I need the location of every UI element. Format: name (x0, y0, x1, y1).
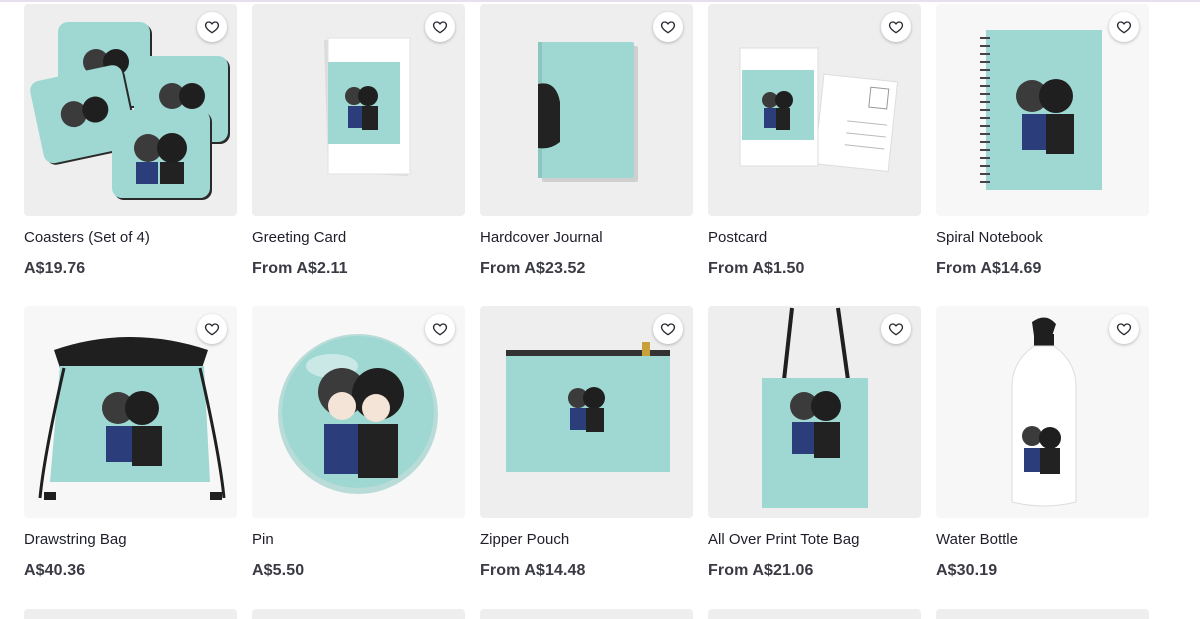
product-title[interactable]: Greeting Card (252, 228, 465, 248)
product-title[interactable]: Water Bottle (936, 530, 1149, 550)
product-card-spiral-notebook[interactable]: Spiral Notebook From A$14.69 (936, 4, 1149, 306)
product-title[interactable]: Spiral Notebook (936, 228, 1149, 248)
product-image-postcard[interactable] (708, 4, 921, 216)
product-title[interactable]: Pin (252, 530, 465, 550)
heart-outline-icon (1116, 21, 1132, 34)
heart-outline-icon (888, 21, 904, 34)
product-grid: Coasters (Set of 4) A$19.76 Greeting Car… (24, 4, 1149, 608)
product-card-tote-bag[interactable]: All Over Print Tote Bag From A$21.06 (708, 306, 921, 608)
product-image-partial[interactable] (480, 609, 693, 619)
product-card-greeting-card[interactable]: Greeting Card From A$2.11 (252, 4, 465, 306)
heart-outline-icon (432, 323, 448, 336)
heart-outline-icon (660, 21, 676, 34)
product-price: From A$1.50 (708, 260, 805, 277)
heart-outline-icon (432, 21, 448, 34)
heart-outline-icon (660, 323, 676, 336)
product-card-hardcover-journal[interactable]: Hardcover Journal From A$23.52 (480, 4, 693, 306)
product-title[interactable]: Coasters (Set of 4) (24, 228, 237, 248)
product-price: From A$21.06 (708, 562, 814, 579)
product-card-drawstring-bag[interactable]: Drawstring Bag A$40.36 (24, 306, 237, 608)
product-price: A$19.76 (24, 260, 86, 277)
product-price: A$5.50 (252, 562, 305, 579)
favorite-button[interactable] (653, 314, 683, 344)
product-image-partial[interactable] (936, 609, 1149, 619)
product-image-partial[interactable] (708, 609, 921, 619)
product-title[interactable]: Hardcover Journal (480, 228, 693, 248)
product-image-partial[interactable] (24, 609, 237, 619)
product-price: From A$14.69 (936, 260, 1042, 277)
top-divider (0, 0, 1200, 2)
heart-outline-icon (888, 323, 904, 336)
product-price: From A$23.52 (480, 260, 586, 277)
product-title[interactable]: Zipper Pouch (480, 530, 693, 550)
favorite-button[interactable] (1109, 12, 1139, 42)
favorite-button[interactable] (425, 12, 455, 42)
product-image-drawstring-bag[interactable] (24, 306, 237, 518)
next-row-thumbnails (24, 609, 1149, 619)
favorite-button[interactable] (425, 314, 455, 344)
favorite-button[interactable] (653, 12, 683, 42)
product-price: A$30.19 (936, 562, 998, 579)
heart-outline-icon (204, 21, 220, 34)
product-price: From A$14.48 (480, 562, 586, 579)
product-image-zipper-pouch[interactable] (480, 306, 693, 518)
product-image-partial[interactable] (252, 609, 465, 619)
favorite-button[interactable] (1109, 314, 1139, 344)
product-image-hardcover-journal[interactable] (480, 4, 693, 216)
product-card-postcard[interactable]: Postcard From A$1.50 (708, 4, 921, 306)
product-image-tote-bag[interactable] (708, 306, 921, 518)
favorite-button[interactable] (197, 314, 227, 344)
product-price: A$40.36 (24, 562, 86, 579)
favorite-button[interactable] (881, 12, 911, 42)
favorite-button[interactable] (881, 314, 911, 344)
favorite-button[interactable] (197, 12, 227, 42)
product-image-water-bottle[interactable] (936, 306, 1149, 518)
product-card-water-bottle[interactable]: Water Bottle A$30.19 (936, 306, 1149, 608)
product-price: From A$2.11 (252, 260, 348, 277)
product-title[interactable]: Postcard (708, 228, 921, 248)
heart-outline-icon (204, 323, 220, 336)
product-image-spiral-notebook[interactable] (936, 4, 1149, 216)
product-title[interactable]: Drawstring Bag (24, 530, 237, 550)
product-image-pin[interactable] (252, 306, 465, 518)
product-card-coasters[interactable]: Coasters (Set of 4) A$19.76 (24, 4, 237, 306)
product-image-coasters[interactable] (24, 4, 237, 216)
heart-outline-icon (1116, 323, 1132, 336)
product-image-greeting-card[interactable] (252, 4, 465, 216)
product-card-pin[interactable]: Pin A$5.50 (252, 306, 465, 608)
product-card-zipper-pouch[interactable]: Zipper Pouch From A$14.48 (480, 306, 693, 608)
product-title[interactable]: All Over Print Tote Bag (708, 530, 921, 550)
